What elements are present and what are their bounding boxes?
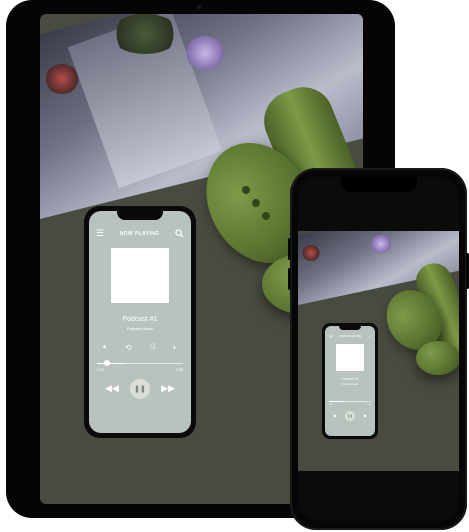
volume-icon[interactable]: 🔈︎ xyxy=(103,342,108,352)
secondary-controls: 🔈︎ ⟲ ⤨ + xyxy=(103,342,177,352)
scene-photo: ☰ NOW PLAYING ○ Podcast #1 Podcast Name … xyxy=(298,231,459,471)
flower-red xyxy=(302,245,320,261)
track-title: Podcast #1 xyxy=(341,377,359,381)
flower-purple xyxy=(185,36,225,70)
phone-notch xyxy=(340,177,417,192)
time-elapsed: 1:00 xyxy=(329,404,333,406)
header-title: NOW PLAYING xyxy=(119,230,160,237)
search-icon[interactable] xyxy=(175,229,184,238)
player-header: ☰ NOW PLAYING ○ xyxy=(325,334,375,339)
phone-side-button xyxy=(288,268,291,290)
progress-fill xyxy=(97,363,126,364)
player-header: ☰ NOW PLAYING xyxy=(89,229,191,238)
add-icon[interactable]: + xyxy=(172,343,177,352)
phone-notch xyxy=(117,211,163,220)
scene-phone: ☰ NOW PLAYING Podcast #1 Podcast Name 🔈︎… xyxy=(84,206,196,438)
scene-phone: ☰ NOW PLAYING ○ Podcast #1 Podcast Name … xyxy=(322,323,378,439)
progress-fill xyxy=(329,401,343,402)
rewind-icon[interactable]: ◀◀ xyxy=(105,383,119,394)
pause-icon: ❚❚ xyxy=(134,386,146,393)
progress-knob[interactable] xyxy=(104,360,110,366)
phone-notch xyxy=(339,326,361,330)
fast-forward-icon[interactable]: ▶▶ xyxy=(161,383,175,394)
player-screen: ☰ NOW PLAYING ○ Podcast #1 Podcast Name … xyxy=(325,326,375,436)
time-total: 3:00 xyxy=(367,404,371,406)
pause-icon: ❚❚ xyxy=(347,414,353,418)
phone-side-button xyxy=(288,238,291,260)
track-subtitle: Podcast Name xyxy=(341,383,359,386)
header-title: NOW PLAYING xyxy=(339,335,362,338)
progress-bar[interactable] xyxy=(329,401,371,402)
track-title: Podcast #1 xyxy=(122,316,158,323)
repeat-icon[interactable]: ⟲ xyxy=(125,343,132,352)
headphone-button xyxy=(242,186,250,194)
player-screen: ☰ NOW PLAYING Podcast #1 Podcast Name 🔈︎… xyxy=(89,211,191,433)
search-icon[interactable]: ○ xyxy=(369,334,371,339)
hamburger-icon[interactable]: ☰ xyxy=(96,229,104,238)
foliage xyxy=(110,14,180,54)
fast-forward-icon[interactable]: ▶ xyxy=(364,413,367,418)
album-art xyxy=(111,248,169,303)
headphone-ear-cup xyxy=(416,341,459,375)
rewind-icon[interactable]: ◀ xyxy=(333,413,336,418)
time-total: 3:00 xyxy=(176,368,183,372)
time-elapsed: 1:00 xyxy=(97,368,104,372)
flower-purple xyxy=(370,235,392,253)
headphone-button xyxy=(262,212,270,220)
pause-button[interactable]: ❚❚ xyxy=(345,411,355,421)
pause-button[interactable]: ❚❚ xyxy=(130,379,150,399)
hamburger-icon[interactable]: ☰ xyxy=(329,334,333,339)
track-subtitle: Podcast Name xyxy=(126,326,154,331)
tablet-camera xyxy=(197,5,201,9)
shuffle-icon[interactable]: ⤨ xyxy=(149,342,155,352)
phone-device: ☰ NOW PLAYING ○ Podcast #1 Podcast Name … xyxy=(288,168,469,530)
headphone-button xyxy=(252,199,260,207)
phone-screen: ☰ NOW PLAYING ○ Podcast #1 Podcast Name … xyxy=(298,177,459,521)
album-art xyxy=(336,344,364,371)
flower-red xyxy=(45,64,79,94)
